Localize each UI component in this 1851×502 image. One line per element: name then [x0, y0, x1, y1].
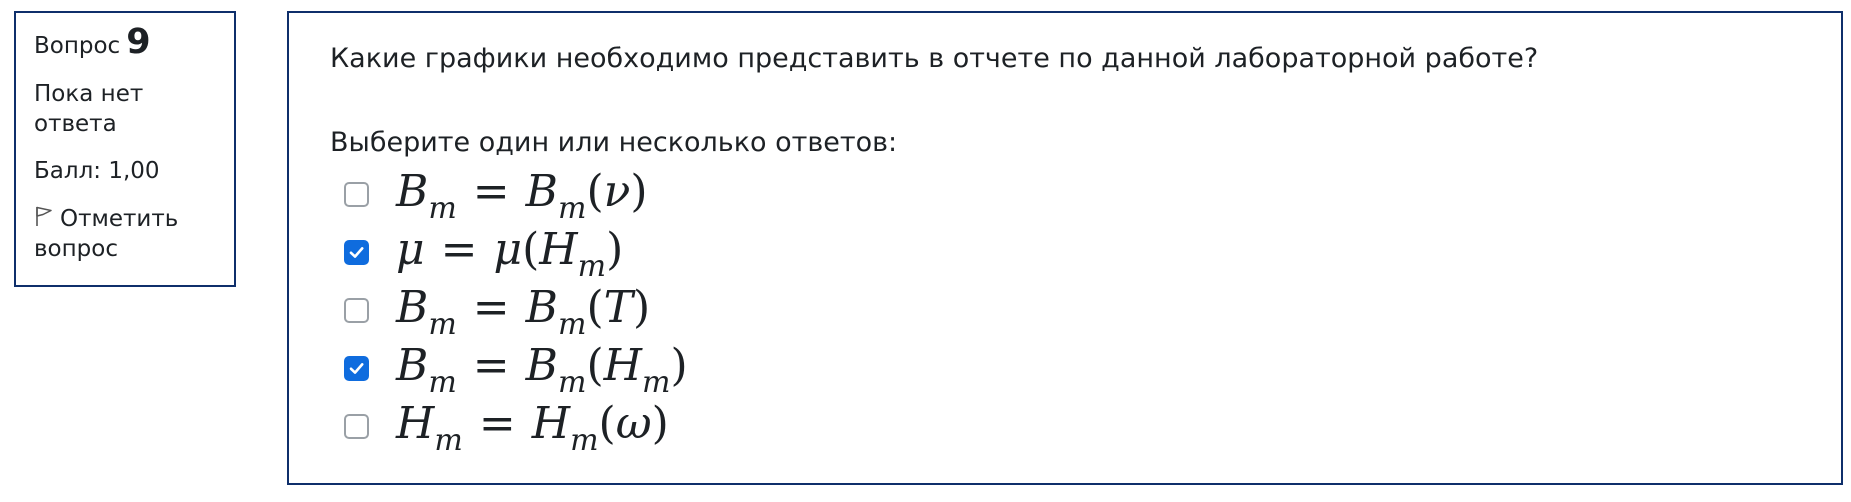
formula-close-paren: )	[606, 223, 624, 275]
answer-formula: Bm = Bm(ν)	[396, 165, 648, 226]
answer-list: Bm = Bm(ν) μ = μ(Hm) Bm = Bm(T) Bm = Bm(Hm) Hm = Hm(ω)	[330, 165, 1841, 458]
answer-option[interactable]: Hm = Hm(ω)	[344, 397, 1841, 458]
answer-prompt: Выберите один или несколько ответов:	[330, 127, 898, 158]
checkmark-icon	[349, 246, 364, 258]
formula-lhs-variable: B	[396, 339, 429, 391]
formula-open-paren: (	[522, 223, 540, 275]
formula-rhs-variable: μ	[493, 223, 523, 275]
answer-option[interactable]: Bm = Bm(T)	[344, 281, 1841, 342]
formula-open-paren: (	[586, 165, 604, 217]
formula-rhs-subscript: m	[570, 422, 599, 458]
formula-argument-variable: H	[603, 339, 643, 391]
formula-equals: =	[472, 281, 510, 333]
formula-equals: =	[478, 397, 516, 449]
formula-argument-variable: T	[603, 281, 633, 333]
formula-rhs-variable: H	[531, 397, 571, 449]
formula-open-paren: (	[586, 339, 604, 391]
answer-formula: Hm = Hm(ω)	[396, 397, 669, 458]
flag-question-label: Отметить вопрос	[34, 206, 179, 262]
answer-option[interactable]: μ = μ(Hm)	[344, 223, 1841, 284]
question-text: Какие графики необходимо представить в о…	[330, 43, 1539, 74]
question-grade: Балл: 1,00	[34, 158, 160, 184]
formula-argument-subscript: m	[577, 248, 607, 284]
formula-rhs-subscript: m	[558, 190, 587, 226]
formula-lhs-subscript: m	[428, 190, 457, 226]
formula-rhs-subscript: m	[558, 364, 587, 400]
question-info-panel: Вопрос 9 Пока нет ответа Балл: 1,00 Отме…	[14, 11, 236, 287]
question-number-row: Вопрос 9	[34, 22, 234, 62]
formula-lhs-subscript: m	[428, 364, 457, 400]
answer-option[interactable]: Bm = Bm(ν)	[344, 165, 1841, 226]
answer-checkbox[interactable]	[344, 297, 369, 323]
answer-checkbox[interactable]	[344, 413, 369, 439]
question-label: Вопрос	[34, 33, 121, 59]
formula-argument-subscript: m	[642, 364, 671, 400]
formula-close-paren: )	[633, 281, 651, 333]
formula-close-paren: )	[630, 165, 648, 217]
formula-argument-variable: ω	[615, 397, 652, 449]
question-state: Пока нет ответа	[34, 81, 144, 137]
formula-argument-variable: ν	[603, 165, 631, 217]
formula-close-paren: )	[651, 397, 669, 449]
formula-equals: =	[440, 223, 478, 275]
formula-equals: =	[472, 165, 510, 217]
answer-option[interactable]: Bm = Bm(Hm)	[344, 339, 1841, 400]
formula-equals: =	[472, 339, 510, 391]
formula-open-paren: (	[586, 281, 604, 333]
checkmark-icon	[349, 362, 364, 374]
answer-formula: Bm = Bm(Hm)	[396, 339, 688, 400]
answer-formula: μ = μ(Hm)	[396, 223, 624, 284]
formula-open-paren: (	[598, 397, 616, 449]
question-content-panel: Какие графики необходимо представить в о…	[287, 11, 1843, 485]
formula-close-paren: )	[670, 339, 688, 391]
formula-lhs-variable: H	[396, 397, 435, 449]
formula-lhs-subscript: m	[434, 422, 463, 458]
flag-question-link[interactable]: Отметить вопрос	[34, 204, 224, 264]
formula-rhs-variable: B	[525, 165, 559, 217]
formula-rhs-variable: B	[525, 339, 559, 391]
formula-rhs-variable: B	[525, 281, 559, 333]
answer-checkbox[interactable]	[344, 355, 369, 381]
formula-lhs-variable: μ	[396, 223, 425, 275]
flag-outline-icon	[34, 205, 54, 227]
formula-lhs-variable: B	[396, 165, 429, 217]
formula-rhs-subscript: m	[558, 306, 587, 342]
formula-lhs-subscript: m	[428, 306, 457, 342]
question-number: 9	[126, 22, 151, 62]
answer-formula: Bm = Bm(T)	[396, 281, 651, 342]
answer-checkbox[interactable]	[344, 239, 369, 265]
formula-lhs-variable: B	[396, 281, 429, 333]
formula-argument-variable: H	[539, 223, 578, 275]
answer-checkbox[interactable]	[344, 181, 369, 207]
